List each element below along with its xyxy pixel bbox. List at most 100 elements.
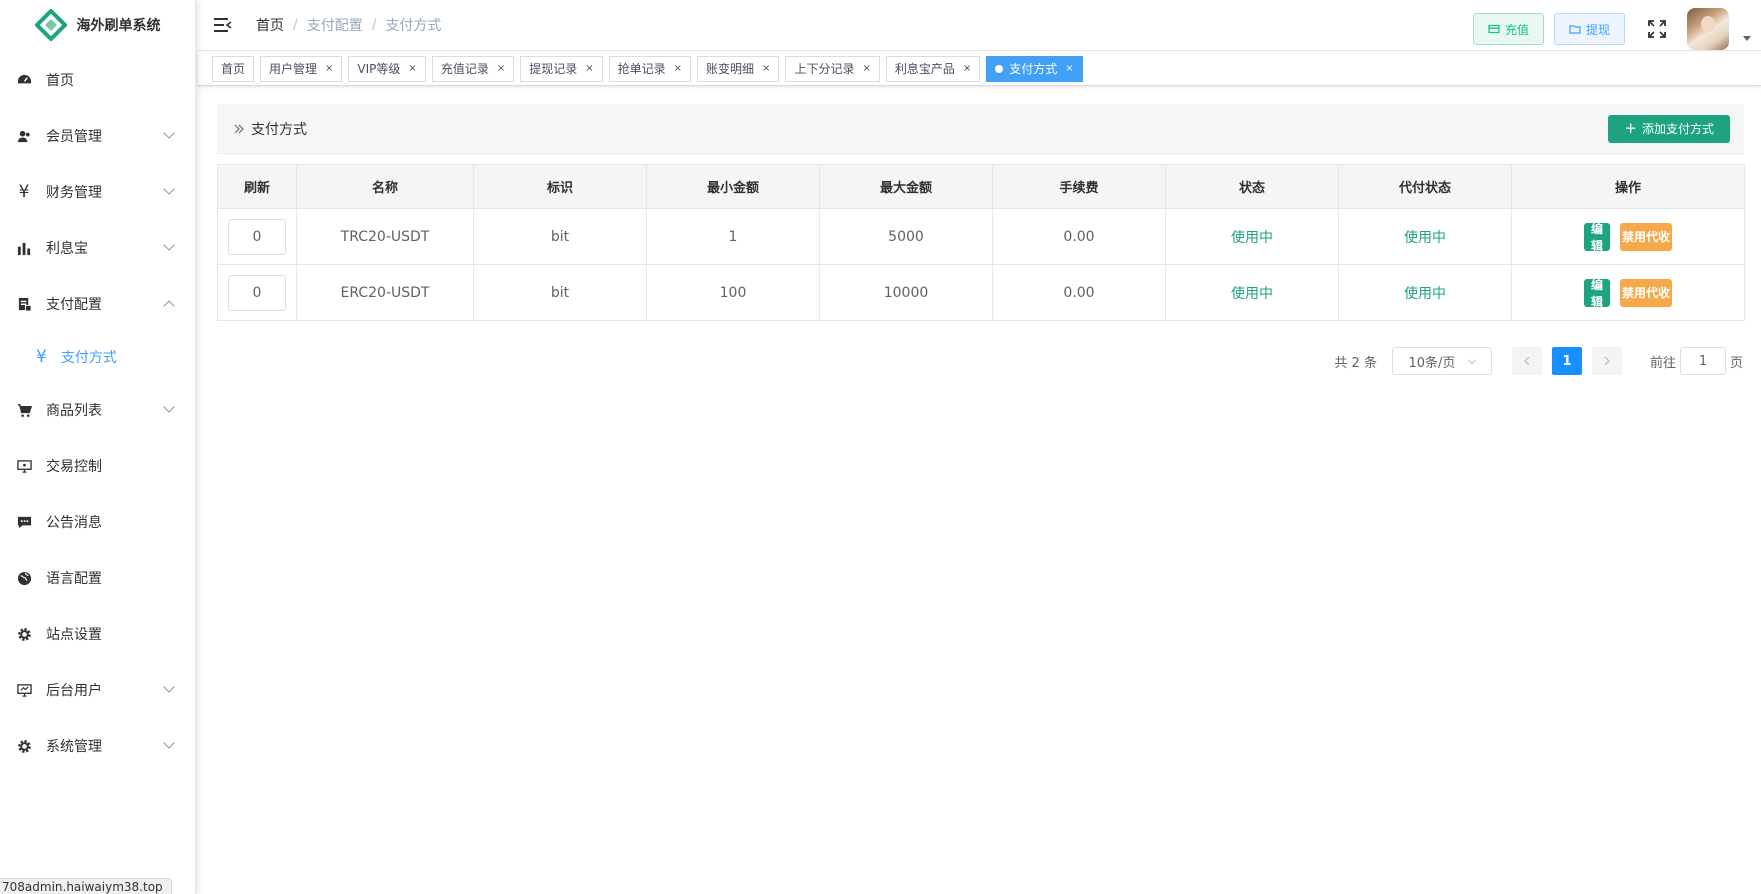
sidebar-item-admin-users[interactable]: 后台用户 <box>0 662 195 718</box>
tag-vip-level[interactable]: VIP等级 × <box>348 55 426 82</box>
tag-withdraw-records[interactable]: 提现记录 × <box>520 55 603 82</box>
sidebar-item-notices[interactable]: 公告消息 <box>0 494 195 550</box>
chevron-up-icon <box>163 300 175 312</box>
tag-label: 上下分记录 <box>794 62 855 76</box>
sidebar-item-system[interactable]: 系统管理 <box>0 718 195 774</box>
close-icon[interactable]: × <box>497 63 505 74</box>
sidebar-item-label: 站点设置 <box>46 627 102 643</box>
plus-icon: + <box>1624 119 1637 137</box>
withdraw-button[interactable]: 提现 <box>1553 13 1625 45</box>
recharge-button[interactable]: 充值 <box>1472 13 1544 45</box>
column-header: 手续费 <box>992 164 1166 209</box>
close-icon[interactable]: × <box>585 63 593 74</box>
logo[interactable]: 海外刷单系统 <box>0 0 195 50</box>
disable-collection-button[interactable]: 禁用代收 <box>1619 278 1672 307</box>
sidebar-item-payment-config[interactable]: 支付配置 <box>0 276 195 332</box>
min-amount-cell: 1 <box>646 208 820 265</box>
sidebar-item-home[interactable]: 首页 <box>0 52 195 108</box>
chevron-down-icon <box>163 183 175 195</box>
tag-label: 充值记录 <box>440 62 489 76</box>
recharge-label: 充值 <box>1504 22 1529 37</box>
sidebar-item-members[interactable]: 会员管理 <box>0 108 195 164</box>
breadcrumb-item: 支付方式 <box>385 18 442 34</box>
payout-status-cell: 使用中 <box>1338 208 1512 265</box>
page-size-select[interactable]: 10条/页 <box>1391 347 1492 375</box>
sidebar-item-label: 支付配置 <box>46 297 102 313</box>
close-icon[interactable]: × <box>963 63 971 74</box>
sidebar: 海外刷单系统 首页 会员管理 ¥ 财务管理 利息宝 支付配置 ¥ 支付方式 商品… <box>0 0 196 894</box>
globe-icon <box>16 570 32 586</box>
actions-cell: 编辑 禁用代收 <box>1511 264 1745 321</box>
message-icon <box>16 514 32 530</box>
edit-button[interactable]: 编辑 <box>1583 222 1610 253</box>
column-header: 最小金额 <box>646 164 820 209</box>
column-header: 标识 <box>473 164 647 209</box>
close-icon[interactable]: × <box>674 63 682 74</box>
sidebar-item-label: 会员管理 <box>46 129 102 145</box>
column-header: 代付状态 <box>1338 164 1512 209</box>
sidebar-item-label: 财务管理 <box>46 185 102 201</box>
sidebar-item-site-settings[interactable]: 站点设置 <box>0 606 195 662</box>
chevron-down-icon <box>163 401 175 413</box>
breadcrumb-item[interactable]: 首页 <box>256 15 284 35</box>
breadcrumb: 首页 / 支付配置 / 支付方式 <box>256 15 441 35</box>
close-icon[interactable]: × <box>325 63 333 74</box>
gear-icon <box>16 738 32 754</box>
name-cell: TRC20-USDT <box>296 208 474 265</box>
edit-button[interactable]: 编辑 <box>1583 278 1610 309</box>
fee-cell: 0.00 <box>992 264 1166 321</box>
total-count: 共 2 条 <box>1334 355 1377 371</box>
chevron-left-icon <box>1523 356 1530 366</box>
tag-label: 用户管理 <box>269 62 318 76</box>
card-icon <box>1488 24 1500 34</box>
logo-icon <box>34 9 67 41</box>
tag-home[interactable]: 首页 <box>212 55 255 82</box>
payment-methods-table: 刷新 名称 标识 最小金额 最大金额 手续费 状态 代付状态 操作 0 TRC2… <box>217 164 1745 321</box>
goto-suffix: 页 <box>1729 355 1743 371</box>
sidebar-subitem-payment-method[interactable]: ¥ 支付方式 <box>0 332 195 382</box>
prev-page-button[interactable] <box>1511 347 1542 375</box>
table-row: 0 TRC20-USDT bit 1 5000 0.00 使用中 使用中 编辑 … <box>217 208 1745 265</box>
page-number-active[interactable]: 1 <box>1551 347 1582 375</box>
status-cell: 使用中 <box>1165 264 1339 321</box>
tag-payment-method[interactable]: 支付方式 × <box>986 55 1083 82</box>
sidebar-item-finance[interactable]: ¥ 财务管理 <box>0 164 195 220</box>
refresh-input[interactable]: 0 <box>228 218 286 255</box>
code-cell: bit <box>473 208 647 265</box>
sidebar-item-language[interactable]: 语言配置 <box>0 550 195 606</box>
tag-order-records[interactable]: 抢单记录 × <box>608 55 692 82</box>
sidebar-item-interest[interactable]: 利息宝 <box>0 220 195 276</box>
close-icon[interactable]: × <box>1065 63 1073 74</box>
sidebar-item-label: 公告消息 <box>46 515 102 531</box>
caret-down-icon[interactable] <box>1743 35 1751 41</box>
header-actions: 充值 提现 <box>1472 8 1751 50</box>
max-amount-cell: 10000 <box>819 264 993 321</box>
table-row: 0 ERC20-USDT bit 100 10000 0.00 使用中 使用中 … <box>217 264 1745 321</box>
avatar[interactable] <box>1687 8 1729 50</box>
menu-toggle-icon[interactable] <box>212 14 234 36</box>
folder-icon <box>1569 25 1581 34</box>
next-page-button[interactable] <box>1591 347 1622 375</box>
refresh-cell: 0 <box>217 208 297 265</box>
fullscreen-icon[interactable] <box>1641 13 1673 45</box>
add-button-label: 添加支付方式 <box>1641 122 1714 136</box>
close-icon[interactable]: × <box>762 63 770 74</box>
close-icon[interactable]: × <box>862 63 870 74</box>
sidebar-item-label: 后台用户 <box>46 683 102 699</box>
tag-account-details[interactable]: 账变明细 × <box>697 55 780 82</box>
refresh-input[interactable]: 0 <box>228 274 286 311</box>
app-root: 海外刷单系统 首页 会员管理 ¥ 财务管理 利息宝 支付配置 ¥ 支付方式 商品… <box>0 0 1761 894</box>
tag-balance-adjust-records[interactable]: 上下分记录 × <box>785 55 880 82</box>
sidebar-item-products[interactable]: 商品列表 <box>0 382 195 438</box>
active-dot-icon <box>995 64 1004 73</box>
add-payment-method-button[interactable]: + 添加支付方式 <box>1608 114 1730 143</box>
tag-recharge-records[interactable]: 充值记录 × <box>431 55 515 82</box>
goto-page-input[interactable]: 1 <box>1679 347 1726 375</box>
tag-interest-products[interactable]: 利息宝产品 × <box>885 55 981 82</box>
tag-user-management[interactable]: 用户管理 × <box>260 55 343 82</box>
close-icon[interactable]: × <box>408 63 416 74</box>
sidebar-item-trade-control[interactable]: 交易控制 <box>0 438 195 494</box>
breadcrumb-item: 支付配置 <box>306 18 363 34</box>
disable-collection-button[interactable]: 禁用代收 <box>1619 222 1672 251</box>
fee-cell: 0.00 <box>992 208 1166 265</box>
